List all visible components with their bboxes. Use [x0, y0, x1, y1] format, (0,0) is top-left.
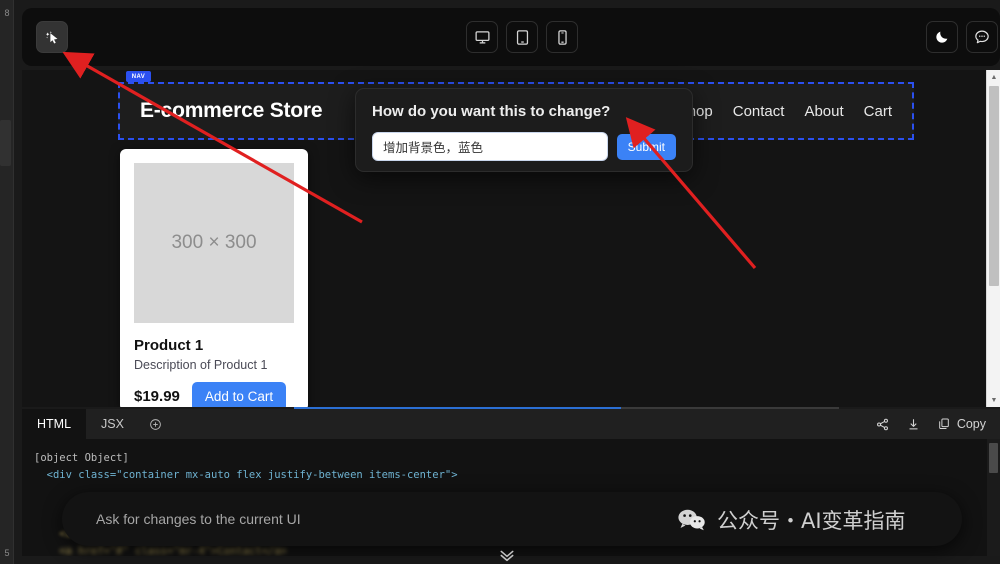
viewport-tablet-button[interactable]	[506, 21, 538, 53]
ask-input-placeholder: Ask for changes to the current UI	[96, 511, 301, 527]
editor-actions: Copy	[875, 409, 1000, 439]
code-scrollbar[interactable]	[987, 439, 1000, 556]
nav-link-about[interactable]: About	[804, 103, 843, 120]
preview-scroll-thumb[interactable]	[989, 86, 999, 286]
rail-glyph-bottom: 5	[4, 548, 10, 558]
modal-input-row: Submit	[372, 132, 676, 161]
selection-tag-badge: NAV	[126, 71, 151, 82]
tab-jsx[interactable]: JSX	[86, 409, 139, 439]
nav-link-cart[interactable]: Cart	[864, 103, 892, 120]
moon-icon	[936, 31, 948, 43]
copy-icon	[939, 418, 949, 430]
tab-html[interactable]: HTML	[22, 409, 87, 439]
app-shell: E-commerce Store Home Shop Contact About…	[14, 0, 1000, 564]
product-card[interactable]: 300 × 300 Product 1 Description of Produ…	[120, 149, 308, 407]
add-to-cart-button[interactable]: Add to Cart	[191, 382, 287, 407]
download-icon	[909, 418, 918, 429]
modal-submit-button[interactable]: Submit	[616, 133, 676, 160]
watermark: 公众号・AI变革指南	[677, 505, 906, 535]
site-brand: E-commerce Store	[140, 99, 323, 122]
watermark-text: 公众号・AI变革指南	[717, 509, 906, 533]
cursor-sparkle-icon	[45, 30, 57, 44]
chevron-double-down-icon	[500, 550, 514, 562]
mobile-icon	[557, 29, 567, 45]
rail-glyph-top: 8	[4, 8, 10, 18]
top-toolbar	[22, 8, 1000, 66]
viewport-desktop-button[interactable]	[466, 21, 498, 53]
wechat-icon	[678, 509, 705, 531]
app-root: 8 5 E-commerce Store Shop Contact About …	[0, 0, 1000, 564]
copy-button[interactable]: Copy	[937, 417, 986, 431]
download-button[interactable]	[906, 417, 921, 432]
rail-chip[interactable]	[0, 120, 11, 166]
desktop-icon	[474, 30, 490, 44]
code-line: <div class="container mx-auto flex justi…	[34, 467, 1000, 484]
copy-label: Copy	[956, 417, 986, 431]
scroll-up-icon[interactable]: ▲	[987, 70, 1000, 84]
product-price: $19.99	[134, 388, 180, 405]
code-scroll-thumb[interactable]	[989, 443, 998, 473]
product-title: Product 1	[134, 337, 204, 354]
code-text: <div class="container mx-auto flex justi…	[34, 469, 458, 481]
ai-select-cursor-button[interactable]	[36, 21, 68, 53]
chat-toggle-button[interactable]	[966, 21, 998, 53]
change-request-input[interactable]	[372, 132, 608, 161]
share-icon	[876, 418, 888, 430]
scroll-down-icon[interactable]: ▼	[987, 393, 1000, 407]
tablet-icon	[516, 29, 528, 45]
product-description: Description of Product 1	[134, 358, 268, 372]
editor-tabbar: HTML JSX Copy	[22, 409, 1000, 439]
product-footer: $19.99 Add to Cart	[134, 382, 294, 407]
modal-title: How do you want this to change?	[372, 103, 611, 120]
share-button[interactable]	[875, 417, 890, 432]
plus-circle-icon	[150, 418, 162, 430]
viewport-mobile-button[interactable]	[546, 21, 578, 53]
nav-link-contact[interactable]: Contact	[733, 103, 785, 120]
preview-scrollbar[interactable]: ▲ ▼	[986, 70, 1000, 407]
code-text: [object Object]	[34, 452, 129, 464]
code-line: [object Object]	[34, 450, 1000, 467]
add-tab-button[interactable]	[139, 409, 173, 439]
change-request-modal: How do you want this to change? Submit	[355, 88, 693, 172]
collapse-panel-button[interactable]	[14, 547, 1000, 564]
theme-toggle-button[interactable]	[926, 21, 958, 53]
product-image-placeholder: 300 × 300	[134, 163, 294, 323]
chat-bubble-icon	[975, 30, 989, 44]
left-rail: 8 5	[0, 0, 14, 564]
